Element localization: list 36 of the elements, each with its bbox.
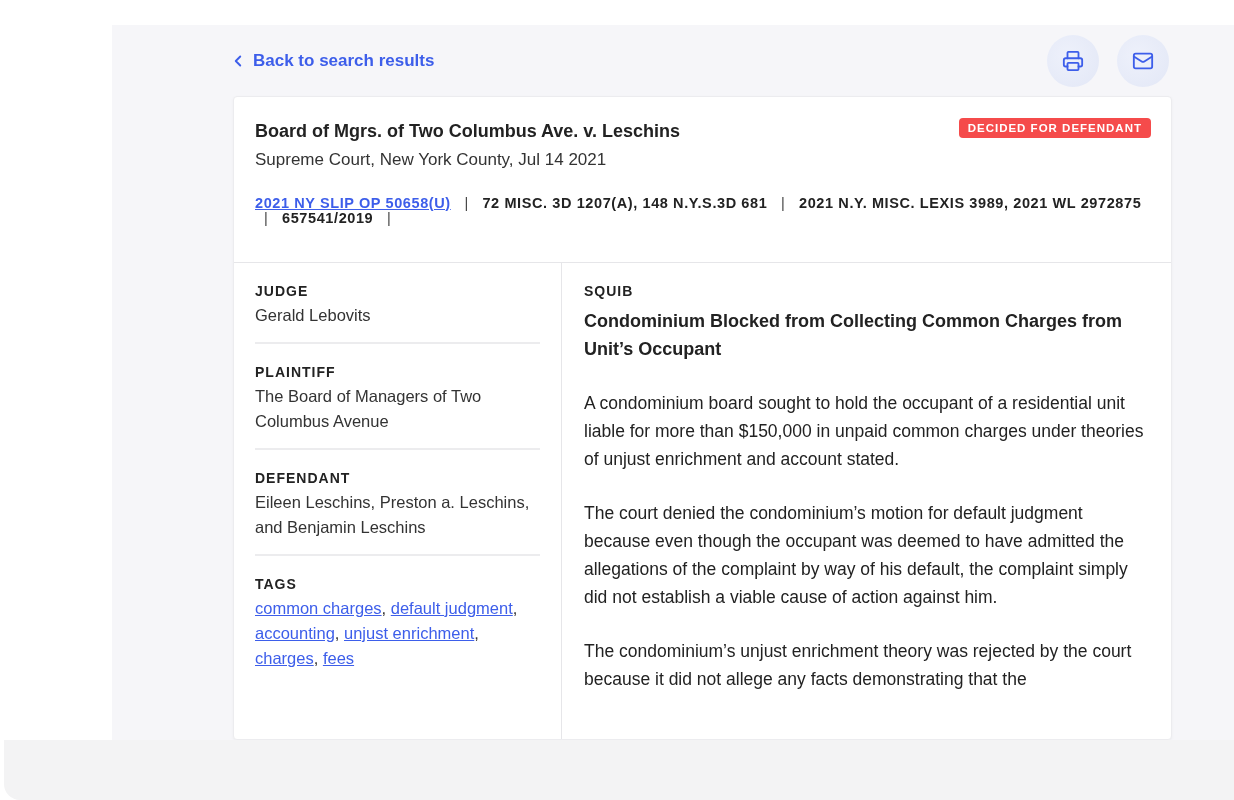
detail-value: The Board of Managers of Two Columbus Avenue xyxy=(255,386,483,432)
citation-text: 657541/2019 xyxy=(282,210,374,226)
squib-heading: Condominium Blocked from Collecting Common Charges from Unit’s Occupant xyxy=(584,310,1124,361)
squib-paragraph: A condominium board sought to hold the occupant of a residential unit liable for more than $150,000 in unpaid common charges under theories of unjust enrichment and account stated. xyxy=(584,392,1145,471)
tag-link[interactable]: fees xyxy=(322,649,355,667)
detail-label: DEFENDANT xyxy=(255,470,352,486)
back-link[interactable]: Back to search results xyxy=(229,50,435,71)
separator: | xyxy=(386,210,392,226)
tag-link[interactable]: default judgment xyxy=(390,599,513,617)
squib-label: SQUIB xyxy=(584,283,635,299)
comma: , xyxy=(512,599,518,617)
printer-icon xyxy=(1062,49,1084,72)
citation-text: 2021 N.Y. MISC. LEXIS 3989, 2021 WL 2972875 xyxy=(799,195,1142,211)
citation-link[interactable]: 2021 NY SLIP OP 50658(U) xyxy=(255,195,451,211)
tag-link[interactable]: common charges xyxy=(255,599,382,617)
squib-paragraph: The court denied the condominium’s motion for default judgment because even though the occupant was deemed to have admitted the allegations of the complaint by way of his default, the complaint simply did not establish a viable cause of action against him. xyxy=(584,502,1129,609)
comma: , xyxy=(313,649,319,667)
detail-label: PLAINTIFF xyxy=(255,364,337,380)
court-date: Supreme Court, New York County, Jul 14 2021 xyxy=(255,150,607,170)
separator: | xyxy=(781,195,786,211)
detail-label: JUDGE xyxy=(255,283,310,299)
tag-link[interactable]: charges xyxy=(255,649,314,667)
squib-paragraph: The condominium’s unjust enrichment theory was rejected by the court because it did not allege any facts demonstrating that the xyxy=(584,640,1133,691)
case-title: Board of Mgrs. of Two Columbus Ave. v. Leschins xyxy=(255,121,681,142)
separator: | xyxy=(464,195,469,211)
tags-label: TAGS xyxy=(255,576,298,592)
separator: | xyxy=(264,210,269,226)
status-badge: DECIDED FOR DEFENDANT xyxy=(958,118,1151,138)
tag-link[interactable]: accounting xyxy=(255,624,335,642)
citation-text: 72 MISC. 3D 1207(A), 148 N.Y.S.3D 681 xyxy=(482,195,768,211)
comma: , xyxy=(334,624,340,642)
comma: , xyxy=(474,624,479,642)
comma: , xyxy=(381,599,387,617)
tag-link[interactable]: unjust enrichment xyxy=(344,624,475,642)
detail-value: Gerald Lebovits xyxy=(255,305,372,326)
detail-value: Eileen Leschins, Preston a. Leschins, and Benjamin Leschins xyxy=(255,492,531,538)
